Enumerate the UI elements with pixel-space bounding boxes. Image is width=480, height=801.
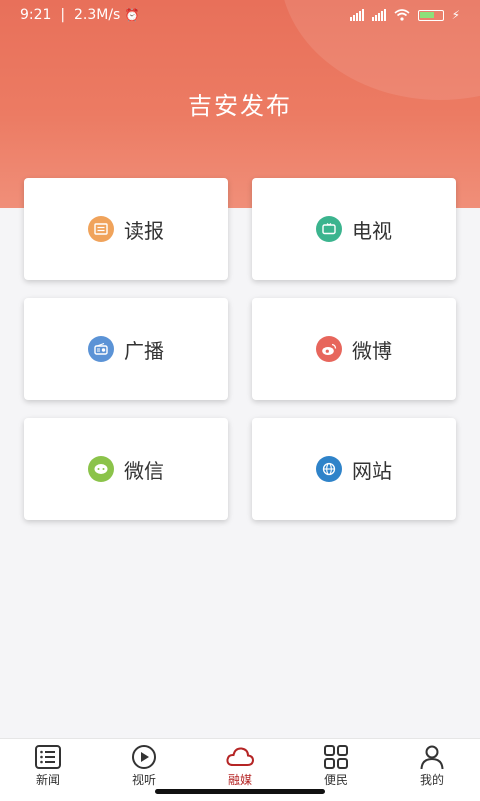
tab-label: 融媒: [227, 773, 252, 787]
tv-icon: [316, 216, 342, 242]
play-icon: [132, 745, 156, 769]
card-label: 广播: [124, 338, 164, 363]
card-label: 微博: [352, 338, 392, 363]
alarm-icon: ⏰: [124, 8, 140, 22]
card-label: 微信: [124, 458, 164, 483]
wechat-icon: [88, 456, 114, 482]
tab-label: 视听: [131, 773, 156, 787]
status-bar: 9:21 | 2.3M/s ⏰ ⚡: [0, 0, 480, 32]
cloud-icon: [226, 747, 255, 766]
card-radio[interactable]: 广播: [24, 298, 228, 400]
status-right: ⚡: [349, 8, 460, 22]
grid-icon: [324, 745, 348, 769]
signal-icon-2: [371, 9, 386, 21]
list-icon: [35, 745, 61, 769]
tab-news[interactable]: 新闻: [0, 739, 96, 801]
signal-icon: [349, 9, 364, 21]
status-separator: |: [55, 7, 70, 23]
card-label: 读报: [124, 218, 164, 243]
tab-label: 便民: [323, 773, 348, 787]
weibo-icon: [316, 336, 342, 362]
globe-icon: [316, 456, 342, 482]
card-weibo[interactable]: 微博: [252, 298, 456, 400]
wifi-icon: [394, 9, 410, 21]
charging-icon: ⚡: [451, 8, 460, 22]
card-label: 电视: [352, 218, 392, 243]
radio-icon: [88, 336, 114, 362]
card-website[interactable]: 网站: [252, 418, 456, 520]
status-time: 9:21: [20, 7, 52, 23]
status-left: 9:21 | 2.3M/s ⏰: [20, 7, 140, 23]
battery-icon: [417, 9, 444, 21]
card-tv[interactable]: 电视: [252, 178, 456, 280]
tab-label: 新闻: [35, 773, 60, 787]
home-indicator[interactable]: [155, 789, 325, 794]
card-newspaper[interactable]: 读报: [24, 178, 228, 280]
tab-profile[interactable]: 我的: [384, 739, 480, 801]
user-icon: [420, 745, 444, 770]
card-label: 网站: [352, 458, 392, 483]
tab-label: 我的: [419, 773, 444, 787]
card-wechat[interactable]: 微信: [24, 418, 228, 520]
newspaper-icon: [88, 216, 114, 242]
page-title: 吉安发布: [188, 92, 292, 120]
status-speed: 2.3M/s: [73, 7, 121, 23]
header: 9:21 | 2.3M/s ⏰ ⚡ 吉安发布: [0, 0, 480, 208]
